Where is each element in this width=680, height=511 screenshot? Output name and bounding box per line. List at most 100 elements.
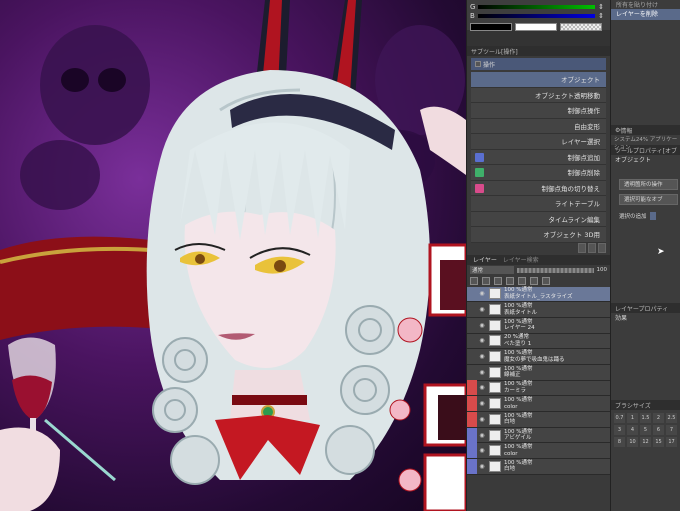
subtool-tab-label: サブツール[操作] (471, 48, 518, 56)
layer-row[interactable]: ◉ 100 %通常 color (467, 396, 610, 412)
subtool-item[interactable]: 制御点操作 (471, 103, 606, 119)
subtool-item[interactable]: ライトテーブル (471, 196, 606, 212)
tool-property-tab[interactable]: ツールプロパティ[オブ (611, 145, 680, 155)
layer-row[interactable]: ◉ 100 %通常 白地 (467, 458, 610, 475)
layer-info: 100 %通常 白地 (504, 460, 532, 473)
transparent-color-swatch[interactable] (560, 22, 602, 31)
g-slider[interactable] (478, 4, 595, 9)
layer-row[interactable]: ◉ 100 %通常 color (467, 443, 610, 460)
layer-row[interactable]: ◉ 100 %通常 表紙タイトル_ラスタライズ (467, 286, 610, 303)
visibility-eye-icon[interactable]: ◉ (477, 432, 487, 439)
b-slider[interactable] (478, 13, 595, 18)
brush-size-option[interactable]: 2.5 (666, 413, 677, 423)
sub-color-swatch[interactable] (515, 22, 557, 31)
brush-size-option[interactable]: 17 (666, 437, 677, 447)
layer-opacity-blend: 100 %通常 (504, 397, 533, 404)
layer-color-mark (467, 286, 477, 301)
layer-row[interactable]: ◉ 100 %通常 線補正 (467, 364, 610, 381)
layer-row[interactable]: ◉ 100 %通常 魔女の夢で吸血鬼は踊る (467, 349, 610, 365)
subtool-item[interactable]: オブジェクト (471, 72, 606, 88)
visibility-eye-icon[interactable]: ◉ (477, 290, 487, 297)
layer-info: 100 %通常 カーミラ (504, 381, 532, 394)
blend-mode-select[interactable]: 通常 (470, 266, 514, 274)
brush-size-option[interactable]: 5 (640, 425, 651, 435)
layer-row[interactable]: ◉ 100 %通常 カーミラ (467, 380, 610, 397)
visibility-eye-icon[interactable]: ◉ (477, 416, 487, 423)
visibility-eye-icon[interactable]: ◉ (477, 322, 487, 329)
layer-thumbnail (489, 304, 501, 316)
brush-size-option[interactable]: 15 (653, 437, 664, 447)
brush-size-option[interactable]: 0.7 (614, 413, 625, 423)
subtool-item[interactable]: オブジェクト透明移動 (471, 87, 606, 103)
draft-icon[interactable] (494, 277, 502, 285)
layer-row[interactable]: ◉ 20 %通常 べた塗り 1 (467, 333, 610, 350)
clip-icon[interactable] (470, 277, 478, 285)
subtool-item[interactable]: 制御点角の切り替え (471, 180, 606, 196)
layer-name: 線補正 (504, 372, 521, 379)
layer-row[interactable]: ◉ 100 %通常 表紙タイトル (467, 302, 610, 318)
layer-thumbnail (489, 460, 501, 472)
visibility-eye-icon[interactable]: ◉ (477, 337, 487, 344)
layer-row[interactable]: ◉ 100 %通常 アビゲイル (467, 427, 610, 444)
brush-size-option[interactable]: 4 (627, 425, 638, 435)
copy-subtool-button[interactable] (588, 242, 596, 253)
info-panel-tab[interactable]: ⚙ 情報 (611, 125, 680, 135)
transparent-operation-button[interactable]: 透明箇所の操作 (619, 179, 678, 190)
b-spinner-icon[interactable]: ⇕ (595, 12, 607, 20)
layer-row[interactable]: ◉ 100 %通常 レイヤー 24 (467, 317, 610, 334)
subtool-item[interactable]: タイムライン編集 (471, 211, 606, 227)
visibility-eye-icon[interactable]: ◉ (477, 369, 487, 376)
subtool-panel-tab[interactable]: サブツール[操作] (467, 46, 610, 56)
brush-size-option[interactable]: 3 (614, 425, 625, 435)
brush-size-option[interactable]: 2 (653, 413, 664, 423)
visibility-eye-icon[interactable]: ◉ (477, 463, 487, 470)
visibility-eye-icon[interactable]: ◉ (477, 384, 487, 391)
main-color-swatch[interactable] (470, 22, 512, 31)
g-spinner-icon[interactable]: ⇕ (595, 3, 607, 11)
tab-layer-search[interactable]: レイヤー検索 (503, 255, 539, 264)
paste-all-item[interactable]: 所有を貼り付け (611, 0, 680, 9)
brush-size-option[interactable]: 1.5 (640, 413, 651, 423)
tab-layer[interactable]: レイヤー (473, 255, 497, 264)
subtool-item[interactable]: オブジェクト 3D用 (471, 227, 606, 243)
opacity-slider[interactable] (517, 267, 594, 273)
brush-size-option[interactable]: 12 (640, 437, 651, 447)
artwork-canvas[interactable] (0, 0, 466, 511)
subtool-item[interactable]: 自由変形 (471, 118, 606, 134)
visibility-eye-icon[interactable]: ◉ (477, 447, 487, 454)
lock-icon[interactable] (506, 277, 514, 285)
layer-thumbnail (489, 398, 501, 410)
layer-row[interactable]: ◉ 100 %通常 白地 (467, 411, 610, 428)
ruler-icon[interactable] (542, 277, 550, 285)
subtool-header[interactable]: 操作 (471, 58, 606, 70)
delete-subtool-button[interactable] (598, 242, 606, 253)
g-label: G (470, 2, 476, 11)
add-selection-label: 選択の追加 (619, 214, 647, 220)
layer-color-mark (467, 443, 477, 459)
selectable-object-button[interactable]: 選択可能なオブ (619, 194, 678, 205)
visibility-eye-icon[interactable]: ◉ (477, 306, 487, 313)
layer-color-mark (467, 349, 477, 364)
add-selection-toggle[interactable] (649, 212, 656, 220)
mask-icon[interactable] (530, 277, 538, 285)
delete-layer-item[interactable]: レイヤーを削除 (611, 9, 680, 20)
layer-opacity-blend: 100 %通常 (504, 444, 533, 451)
brush-size-option[interactable]: 7 (666, 425, 677, 435)
brush-size-option[interactable]: 8 (614, 437, 625, 447)
opacity-value[interactable]: 100 (597, 267, 608, 273)
brush-size-option[interactable]: 1 (627, 413, 638, 423)
brush-size-option[interactable]: 6 (653, 425, 664, 435)
subtool-item[interactable]: レイヤー選択 (471, 134, 606, 150)
mouse-cursor-icon: ➤ (657, 247, 665, 257)
lock-transparent-icon[interactable] (518, 277, 526, 285)
visibility-eye-icon[interactable]: ◉ (477, 353, 487, 360)
brush-size-option[interactable]: 10 (627, 437, 638, 447)
layer-property-tab[interactable]: レイヤープロパティ (611, 303, 680, 313)
subtool-item[interactable]: 制御点削除 (471, 165, 606, 181)
subtool-item[interactable]: 制御点追加 (471, 149, 606, 165)
reference-icon[interactable] (482, 277, 490, 285)
brush-size-tab[interactable]: ブラシサイズ (611, 400, 680, 410)
visibility-eye-icon[interactable]: ◉ (477, 400, 487, 407)
layer-info: 100 %通常 表紙タイトル_ラスタライズ (504, 287, 572, 300)
new-subtool-button[interactable] (578, 242, 586, 253)
